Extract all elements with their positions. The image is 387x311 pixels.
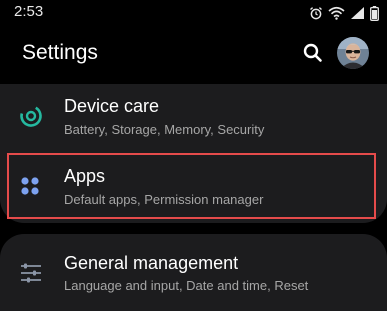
- settings-item-title: Apps: [64, 166, 106, 186]
- signal-icon: [350, 6, 365, 20]
- status-bar: 2:53: [0, 0, 387, 26]
- alarm-icon: [309, 6, 323, 20]
- battery-icon: [370, 5, 379, 21]
- avatar[interactable]: [337, 37, 369, 69]
- search-icon: [300, 43, 326, 70]
- settings-item-subtitle: Battery, Storage, Memory, Security: [64, 122, 265, 137]
- search-button[interactable]: [300, 40, 326, 66]
- settings-item-title: General management: [64, 253, 239, 273]
- settings-item-subtitle: Language and input, Date and time, Reset: [64, 278, 309, 293]
- status-time: 2:53: [14, 3, 44, 20]
- device-care-icon: [18, 103, 44, 129]
- sliders-icon: [19, 261, 45, 287]
- page-title: Settings: [22, 41, 98, 64]
- settings-screen: 2:53 Settings Device care Battery, Stora…: [0, 0, 387, 311]
- wifi-icon: [328, 6, 345, 20]
- settings-item-title: Device care: [64, 96, 160, 116]
- settings-item-subtitle: Default apps, Permission manager: [64, 192, 264, 207]
- settings-item-general-management[interactable]: General management Language and input, D…: [0, 240, 387, 306]
- settings-item-device-care[interactable]: Device care Battery, Storage, Memory, Se…: [0, 84, 387, 150]
- status-icons: [309, 4, 379, 22]
- apps-grid-icon: [18, 174, 44, 200]
- settings-item-apps[interactable]: Apps Default apps, Permission manager: [0, 153, 387, 219]
